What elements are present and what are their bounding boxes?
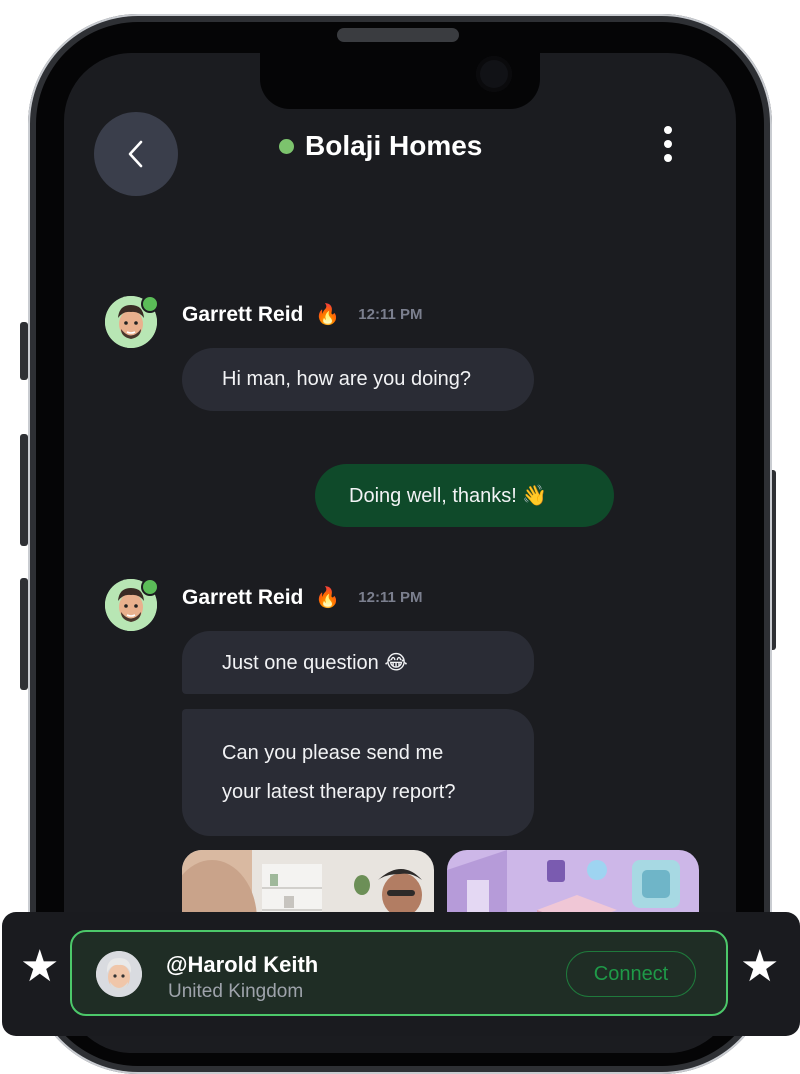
star-icon[interactable]: ★	[20, 945, 59, 989]
back-button[interactable]	[94, 112, 178, 196]
avatar[interactable]	[105, 578, 159, 631]
fire-emoji: 🔥	[315, 587, 341, 609]
profile-location: United Kingdom	[168, 981, 304, 1002]
profile-username: @Harold Keith	[166, 952, 319, 977]
volume-down-button	[20, 578, 28, 690]
mute-switch	[20, 322, 28, 380]
sender-name: Garrett Reid	[182, 585, 304, 609]
message-time: 12:11 PM	[358, 589, 423, 606]
bottom-profile-bar: ★ @Harold Keith United Kingdom Connect ★	[2, 912, 800, 1036]
message-sender: Garrett Reid 🔥 12:11 PM	[182, 302, 423, 327]
message-bubble-incoming[interactable]: Hi man, how are you doing?	[182, 348, 534, 411]
sender-name: Garrett Reid	[182, 302, 304, 326]
message-text: Doing well, thanks! 👋	[349, 485, 548, 507]
message-text-line: your latest therapy report?	[222, 780, 456, 803]
volume-up-button	[20, 434, 28, 546]
message-sender: Garrett Reid 🔥 12:11 PM	[182, 585, 423, 610]
notch	[260, 53, 540, 109]
more-vertical-icon-dot	[664, 140, 672, 148]
message-bubble-incoming[interactable]: Just one question 😂	[182, 631, 534, 694]
message-time: 12:11 PM	[358, 306, 423, 323]
fire-emoji: 🔥	[315, 304, 341, 326]
online-status-indicator	[279, 138, 294, 154]
more-vertical-icon-dot	[664, 126, 672, 134]
chat-title: Bolaji Homes	[305, 130, 483, 161]
message-text-line: Can you please send me	[222, 741, 444, 764]
chat-screen: Bolaji Homes Garrett Reid 🔥 12:11 PM Hi …	[64, 53, 736, 1053]
online-status-indicator	[141, 578, 159, 596]
message-text: Just one question 😂	[222, 652, 408, 674]
avatar[interactable]	[105, 295, 159, 348]
message-bubble-incoming[interactable]: Can you please send me your latest thera…	[182, 709, 534, 836]
connect-button[interactable]: Connect	[566, 951, 696, 997]
more-vertical-icon-dot	[664, 154, 672, 162]
profile-card[interactable]: @Harold Keith United Kingdom Connect	[70, 930, 728, 1016]
online-status-indicator	[141, 295, 159, 313]
avatar	[96, 951, 142, 997]
message-bubble-outgoing[interactable]: Doing well, thanks! 👋	[315, 464, 614, 527]
avatar-memoji	[96, 951, 142, 997]
camera-icon	[476, 56, 512, 92]
chat-header: Bolaji Homes	[279, 126, 482, 166]
earpiece-speaker	[337, 28, 459, 42]
more-options-button[interactable]	[656, 126, 680, 162]
chevron-left-icon	[128, 140, 143, 168]
star-icon[interactable]: ★	[740, 945, 779, 989]
message-text: Hi man, how are you doing?	[222, 368, 472, 390]
